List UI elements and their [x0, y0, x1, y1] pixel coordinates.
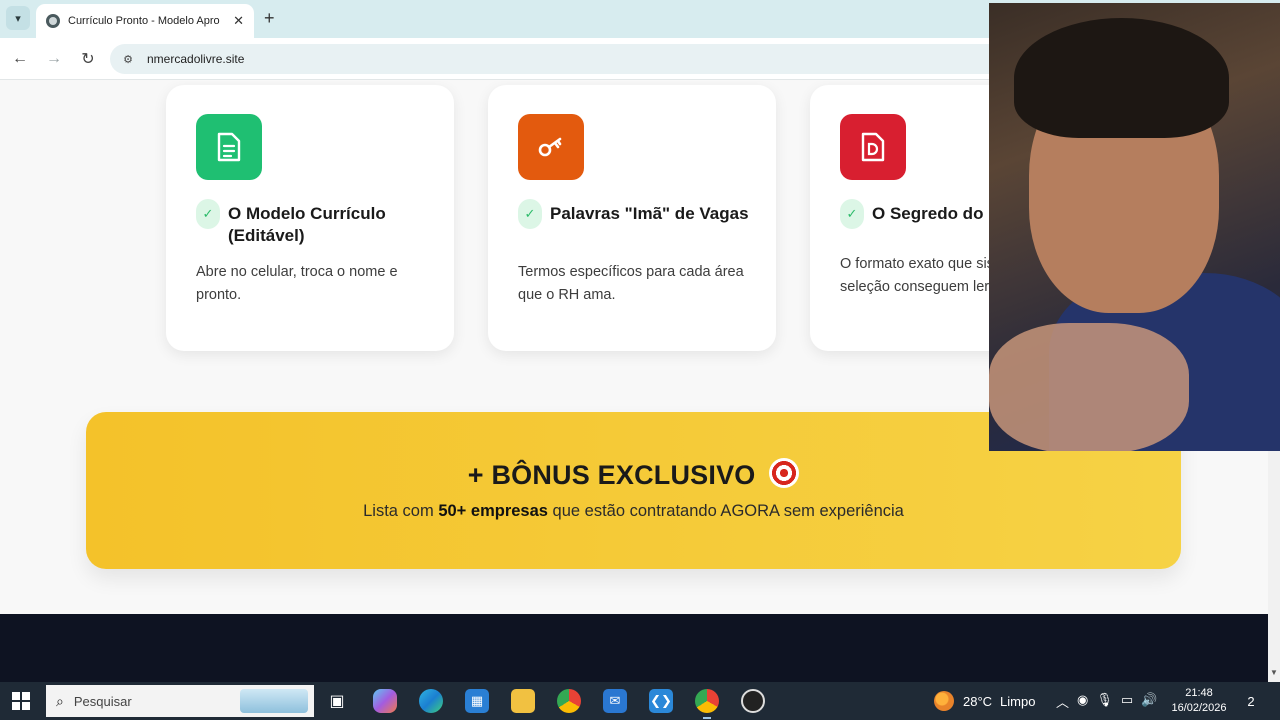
task-view-icon[interactable]: ▣	[325, 689, 349, 713]
webcam-overlay	[989, 3, 1280, 451]
system-tray: ︿ ◉ 🎙 ▭ 🔊	[1056, 692, 1157, 711]
bonus-subtitle: Lista com 50+ empresas que estão contrat…	[86, 502, 1181, 521]
pdf-file-icon	[840, 114, 906, 180]
card-title: O Modelo Currículo (Editável)	[228, 204, 386, 245]
bonus-title: + BÔNUS EXCLUSIVO	[86, 458, 1181, 491]
document-icon	[196, 114, 262, 180]
bonus-subtitle-highlight: 50+ empresas	[438, 502, 548, 520]
scroll-down-arrow-icon[interactable]: ▼	[1268, 668, 1280, 680]
check-icon: ✓	[840, 199, 864, 229]
url-text[interactable]: nmercadolivre.site	[147, 52, 244, 66]
clock-date: 16/02/2026	[1171, 702, 1227, 714]
page-footer-section	[0, 614, 1268, 682]
new-tab-button[interactable]: +	[264, 8, 275, 29]
tab-search-button[interactable]: ▾	[6, 6, 30, 30]
search-icon: ⌕	[56, 692, 64, 709]
webcam-person-hair	[1014, 18, 1229, 138]
bonus-subtitle-end: que estão contratando AGORA sem experiên…	[547, 502, 904, 520]
weather-description: Limpo	[1000, 693, 1036, 709]
microsoft-store-icon[interactable]: ▦	[465, 689, 489, 713]
search-highlight-image	[240, 689, 308, 713]
webcam-person-hands	[989, 323, 1189, 451]
network-icon[interactable]: ▭	[1121, 692, 1133, 711]
card-title: Palavras "Imã" de Vagas	[550, 204, 749, 223]
taskbar-clock[interactable]: 21:48 16/02/2026	[1166, 686, 1232, 716]
check-icon: ✓	[196, 199, 220, 229]
card-description: Abre no celular, troca o nome e pronto.	[196, 264, 398, 303]
feature-card-palavras: ✓ Palavras "Imã" de Vagas Termos específ…	[488, 85, 776, 351]
reload-icon[interactable]: ↻	[77, 48, 99, 70]
browser-tab[interactable]: Currículo Pronto - Modelo Apro ✕	[36, 4, 254, 38]
vscode-icon[interactable]: ❮❯	[649, 689, 673, 713]
taskbar-search-placeholder: Pesquisar	[73, 693, 132, 709]
forward-arrow-icon[interactable]: →	[43, 48, 65, 70]
back-arrow-icon[interactable]: ←	[9, 48, 31, 70]
microphone-icon[interactable]: 🎙	[1096, 692, 1113, 711]
check-icon: ✓	[518, 199, 542, 229]
weather-sun-icon	[934, 691, 954, 711]
address-bar[interactable]: ⚙ nmercadolivre.site	[110, 44, 1110, 74]
file-explorer-icon[interactable]	[511, 689, 535, 713]
feature-card-modelo: ✓ O Modelo Currículo (Editável) Abre no …	[166, 85, 454, 351]
notification-count: 2	[1247, 693, 1255, 709]
globe-icon	[46, 14, 60, 28]
windows-start-icon[interactable]	[12, 692, 30, 710]
notification-icon[interactable]: 2	[1240, 691, 1262, 711]
key-icon	[518, 114, 584, 180]
edge-browser-icon[interactable]	[419, 689, 443, 713]
chrome-browser-icon[interactable]	[695, 689, 719, 719]
copilot-icon[interactable]	[373, 689, 397, 713]
weather-temperature: 28°C	[963, 693, 993, 709]
taskbar-search-box[interactable]: ⌕ Pesquisar	[46, 685, 314, 717]
target-icon	[769, 458, 800, 488]
volume-icon[interactable]: 🔊	[1141, 692, 1157, 711]
location-icon[interactable]: ◉	[1077, 692, 1088, 711]
card-description: Termos específicos para cada área que o …	[518, 264, 744, 303]
weather-widget[interactable]: 28°C Limpo	[934, 691, 1035, 711]
chevron-up-icon[interactable]: ︿	[1056, 692, 1069, 711]
outlook-icon[interactable]: ✉	[603, 689, 627, 713]
tab-title: Currículo Pronto - Modelo Apro	[68, 15, 220, 27]
bonus-title-text: + BÔNUS EXCLUSIVO	[467, 460, 756, 490]
close-tab-icon[interactable]: ✕	[233, 13, 244, 29]
obs-recording-icon[interactable]	[741, 689, 765, 713]
card-title: O Segredo do	[872, 204, 984, 223]
clock-time: 21:48	[1185, 687, 1213, 699]
bonus-subtitle-start: Lista com	[363, 502, 439, 520]
chrome-profile-icon[interactable]	[557, 689, 581, 713]
site-info-icon[interactable]: ⚙	[120, 52, 136, 66]
windows-taskbar: ⌕ Pesquisar ▣ ▦ ✉ ❮❯ 28°C Limpo ︿ ◉ 🎙 ▭ …	[0, 682, 1280, 720]
